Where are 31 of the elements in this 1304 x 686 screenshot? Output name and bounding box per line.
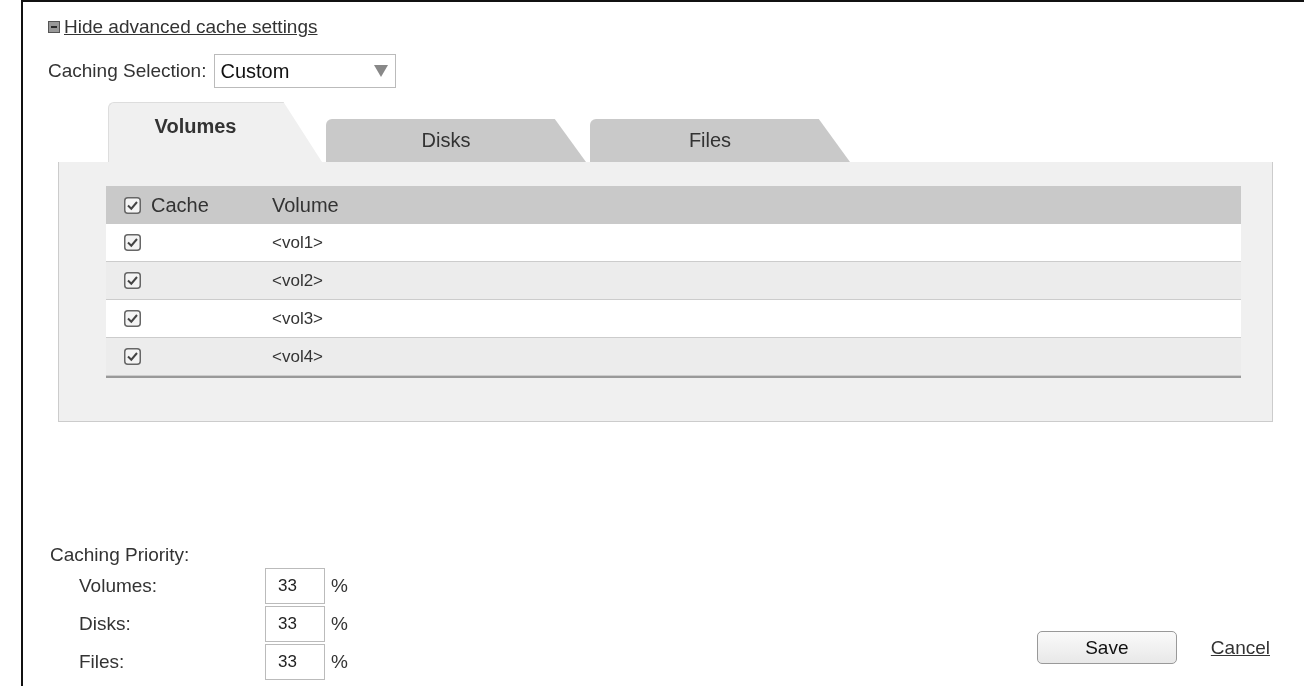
- field-label: Volumes:: [79, 575, 159, 597]
- tab[interactable]: Files: [590, 119, 850, 162]
- table-cell: <vol2>: [272, 270, 324, 291]
- unit-label: %: [331, 575, 348, 597]
- table-cell: <vol1>: [272, 232, 324, 253]
- percent-field[interactable]: 33: [265, 606, 325, 642]
- table-cell: <vol4>: [272, 346, 324, 367]
- percent-field[interactable]: 33: [265, 568, 325, 604]
- caret-icon: [373, 64, 390, 78]
- unit-label: %: [331, 651, 348, 673]
- tab[interactable]: Volumes: [108, 102, 322, 162]
- field-label: Files:: [79, 651, 126, 673]
- save-button[interactable]: Save: [1036, 631, 1177, 664]
- column-header: Volume: [272, 193, 339, 217]
- field-label: Caching Selection:: [48, 60, 207, 82]
- cancel-link[interactable]: Cancel: [1210, 636, 1270, 659]
- checkbox[interactable]: [124, 272, 141, 289]
- section-label: Caching Priority:: [50, 544, 191, 566]
- caching-dropdown[interactable]: Custom: [214, 54, 397, 88]
- toggle-link[interactable]: Hide advanced cache settings: [64, 16, 318, 38]
- field-label: Disks:: [79, 613, 132, 635]
- checkbox[interactable]: [124, 310, 141, 327]
- checkbox[interactable]: [124, 234, 141, 251]
- collapse-icon[interactable]: [48, 21, 60, 33]
- column-header: Cache: [151, 193, 209, 217]
- unit-label: %: [331, 613, 348, 635]
- checkbox[interactable]: [124, 196, 141, 214]
- table-cell: <vol3>: [272, 308, 324, 329]
- percent-field[interactable]: 33: [265, 644, 325, 680]
- checkbox[interactable]: [124, 348, 141, 365]
- tab[interactable]: Disks: [326, 119, 586, 162]
